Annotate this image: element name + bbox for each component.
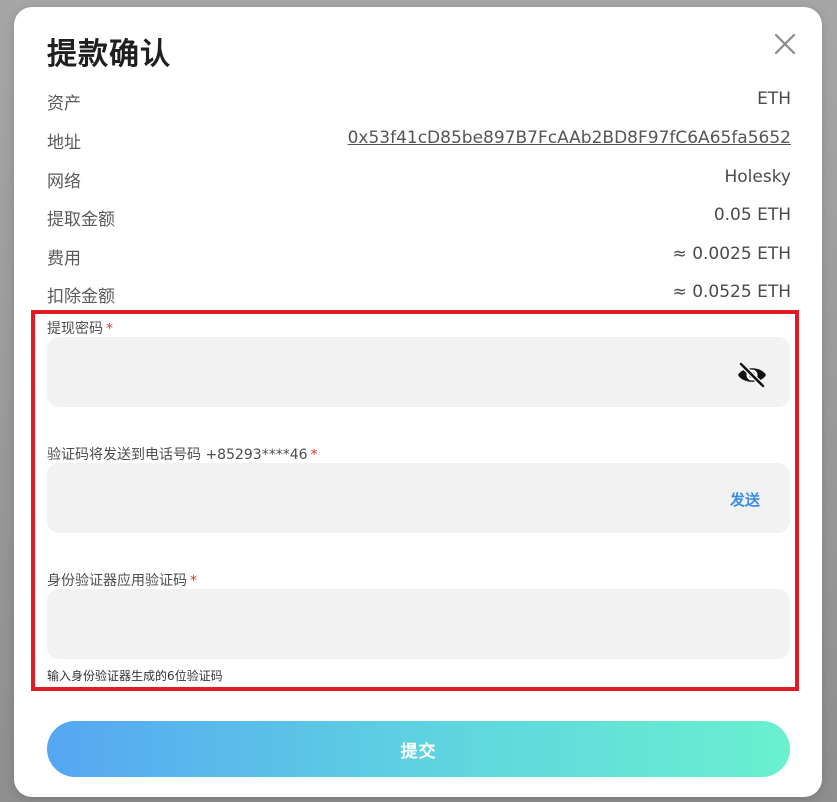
detail-value: Holesky	[724, 167, 791, 187]
detail-row-asset: 资产 ETH	[47, 89, 791, 114]
detail-label: 扣除金额	[47, 287, 115, 307]
submit-button[interactable]: 提交	[47, 721, 790, 777]
detail-value: ETH	[757, 89, 791, 109]
authenticator-hint: 输入身份验证器生成的6位验证码	[47, 669, 223, 683]
detail-row-network: 网络 Holesky	[47, 167, 791, 192]
password-label: 提现密码 *	[47, 318, 113, 338]
required-mark: *	[190, 573, 197, 589]
password-label-text: 提现密码	[47, 321, 103, 337]
detail-row-deducted: 扣除金额 ≈ 0.0525 ETH	[47, 282, 791, 307]
required-mark: *	[310, 447, 318, 463]
send-code-button[interactable]: 发送	[730, 489, 760, 510]
password-input[interactable]	[47, 337, 790, 407]
authenticator-code-label-text: 身份验证器应用验证码	[47, 573, 187, 589]
detail-value: ≈ 0.0025 ETH	[672, 244, 791, 264]
detail-value: 0.05 ETH	[713, 205, 791, 225]
sms-code-label: 验证码将发送到电话号码 +85293****46 *	[47, 444, 318, 464]
address-link[interactable]: 0x53f41cD85be897B7FcAAb2BD8F97fC6A65fa56…	[348, 128, 791, 148]
sms-code-input[interactable]	[47, 463, 790, 533]
detail-label: 地址	[47, 133, 81, 153]
close-icon[interactable]	[772, 31, 798, 57]
detail-label: 提取金额	[47, 210, 115, 230]
detail-label: 费用	[47, 249, 81, 269]
eye-slash-icon[interactable]	[736, 361, 768, 389]
detail-label: 资产	[47, 94, 81, 114]
detail-value: ≈ 0.0525 ETH	[672, 282, 791, 302]
withdraw-confirm-dialog: 提款确认 资产 ETH 地址 0x53f41cD85be897B7FcAAb2B…	[14, 7, 822, 797]
dialog-title: 提款确认	[47, 37, 171, 72]
detail-row-amount: 提取金额 0.05 ETH	[47, 205, 791, 230]
detail-label: 网络	[47, 172, 81, 192]
detail-row-fee: 费用 ≈ 0.0025 ETH	[47, 244, 791, 269]
sms-code-label-text: 验证码将发送到电话号码 +85293****46	[47, 447, 308, 463]
authenticator-code-label: 身份验证器应用验证码 *	[47, 570, 197, 590]
required-mark: *	[106, 321, 113, 337]
authenticator-code-input[interactable]	[47, 589, 790, 659]
detail-row-address: 地址 0x53f41cD85be897B7FcAAb2BD8F97fC6A65f…	[47, 128, 791, 153]
